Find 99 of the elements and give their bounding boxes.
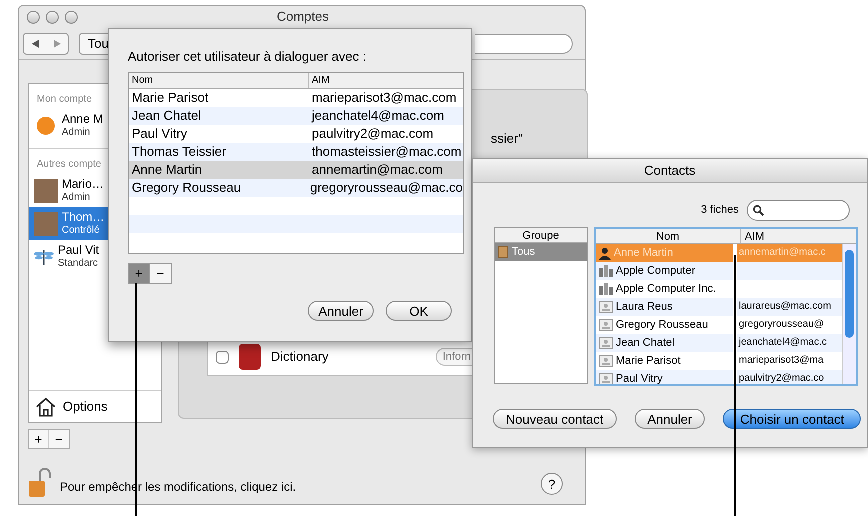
contact-name: Jean Chatel [616,336,675,351]
name-cell-text: Anne Martin [131,160,204,179]
contact-card-icon [599,319,613,331]
name-cell-text: Paul Vitry [131,124,188,143]
book-icon [239,344,261,370]
account-name: Mario… [62,176,104,190]
add-button[interactable]: + [29,430,49,448]
scrollbar[interactable] [842,244,856,384]
back-arrow-icon[interactable] [32,40,38,48]
remove-button[interactable]: − [150,264,171,282]
address-book-icon [498,246,508,258]
contact-card-icon [599,337,613,349]
column-header[interactable]: AIM [309,72,330,88]
contact-name-cell[interactable]: Paul Vitry [596,370,733,384]
dialog-button[interactable]: Annuler [308,300,374,320]
name-cell-text: Thomas Teissier [131,142,228,161]
aim-cell: laurareus@mac.com [737,298,842,316]
window-control-button[interactable] [46,10,59,24]
contact-name: Anne Martin [614,246,674,261]
name-cell-text: Marie Parisot [131,88,210,107]
contact-name-cell[interactable]: Jean Chatel [596,334,733,352]
aim-cell-text: gregoryrousseau@mac.co [309,178,463,197]
dialog-button[interactable]: Annuler [634,409,706,429]
section-header: Autres compte [36,158,102,172]
dialog-prompt: Autoriser cet utilisateur à dialoguer avec : [128,48,368,66]
contact-name-cell[interactable]: Laura Reus [596,298,733,316]
remove-button[interactable]: − [49,430,69,448]
app-name: Dictionary [271,348,329,366]
account-role: Admin [62,190,92,204]
group-name: Tous [512,244,536,260]
show-all-button[interactable]: Tou [79,32,111,54]
table-row[interactable]: Gregory Rousseau gregoryrousseau@mac.co [129,178,463,196]
column-header[interactable]: AIM [741,229,765,243]
account-name: Paul Vit [58,242,100,256]
account-name: Thom… [62,210,105,224]
aim-cell-text: paulvitry2@mac.com [311,124,434,143]
panel-text: ssier" [491,130,524,148]
buildings-icon [599,283,613,295]
aim-cell-text: marieparisot3@mac.com [311,88,457,107]
record-count: 3 fiches [701,203,739,218]
window-title: Contacts [473,159,867,183]
name-cell-text: Jean Chatel [131,106,202,125]
window-control-button[interactable] [27,10,40,24]
contact-name: Gregory Rousseau [616,318,708,333]
contact-card-icon [599,301,613,313]
dialog-button[interactable]: Choisir un contact [723,409,862,429]
aim-cell: annemartin@mac.c [737,244,842,262]
add-button[interactable]: + [129,264,150,282]
contact-name: Marie Parisot [616,354,681,369]
table-row[interactable]: Thomas Teissier thomasteissier@mac.com [129,142,463,160]
photo-placeholder [34,178,58,202]
dragonfly-icon [34,248,54,266]
person-icon [599,246,611,260]
buildings-icon [599,265,613,277]
table-row[interactable]: Jean Chatel jeanchatel4@mac.com [129,106,463,124]
column-header[interactable]: Nom [596,229,741,243]
aim-cell: paulvitry2@mac.co [737,370,842,384]
column-header[interactable]: Groupe [495,228,587,243]
column-header[interactable]: Nom [129,72,309,88]
scroll-thumb[interactable] [845,250,854,338]
aim-cell-text: thomasteissier@mac.com [311,142,462,161]
contact-card-icon [599,355,613,367]
forward-arrow-icon[interactable] [54,40,60,48]
search-field[interactable] [747,200,850,221]
contact-name-cell[interactable]: Apple Computer [596,262,733,280]
aim-cell: jeanchatel4@mac.c [737,334,842,352]
window-control-button[interactable] [65,10,78,24]
house-icon [35,396,57,416]
table-row[interactable]: Anne Martin annemartin@mac.com [129,160,463,178]
options-label: Options [63,398,108,416]
contact-name: Apple Computer [616,264,696,279]
contact-name: Laura Reus [616,300,673,315]
contact-card-icon [599,373,613,384]
section-header: Mon compte [36,93,94,107]
help-button[interactable]: ? [541,473,563,495]
dialog-button[interactable]: OK [386,300,452,320]
account-item[interactable]: Mario… Admin [29,174,108,207]
dialog-button[interactable]: Nouveau contact [493,409,617,429]
account-role: Admin [62,126,92,140]
checkbox[interactable] [216,350,229,364]
account-name: Anne M [62,112,104,126]
account-item[interactable]: Thom… Contrôlé [29,207,108,240]
table-row[interactable]: Marie Parisot marieparisot3@mac.com [129,88,463,106]
account-item[interactable]: Paul Vit Standarc [29,240,108,273]
table-row[interactable]: Paul Vitry paulvitry2@mac.com [129,124,463,142]
aim-cell-text: jeanchatel4@mac.com [310,106,444,125]
photo-placeholder [34,212,58,236]
search-field[interactable] [475,34,573,54]
search-icon [753,205,764,216]
account-item[interactable]: Anne M Admin [29,109,108,142]
contact-name: Paul Vitry [616,372,663,384]
padlock-icon[interactable] [28,468,52,498]
account-role: Contrôlé [62,224,101,238]
window-title: Comptes [276,8,330,26]
aim-cell-text: annemartin@mac.com [311,160,443,179]
contact-name: Apple Computer Inc. [616,282,716,297]
info-button[interactable]: Inforn [436,348,473,366]
name-cell-text: Gregory Rousseau [131,178,242,197]
account-role: Standarc [58,256,100,270]
